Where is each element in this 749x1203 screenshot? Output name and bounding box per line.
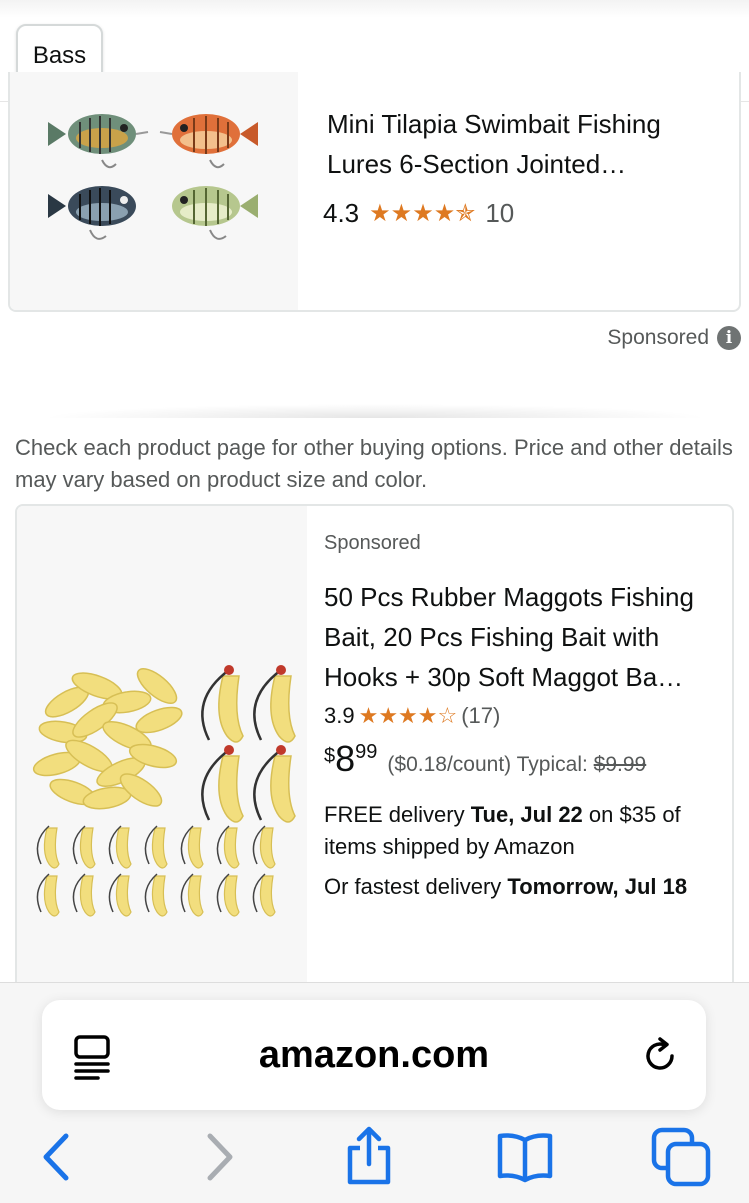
- sponsored-label: Sponsored: [324, 532, 421, 554]
- product-image-tilapia[interactable]: [10, 72, 298, 310]
- rating-row-maggots[interactable]: 3.9 ★★★★☆ (17): [324, 703, 724, 729]
- bookmarks-icon[interactable]: [494, 1126, 556, 1188]
- fishing-lures-image: [48, 114, 258, 240]
- price-fraction: 99: [355, 741, 378, 763]
- price-row: $ 8 99 ($0.18/count) Typical: $9.99: [324, 739, 724, 779]
- product-card-tilapia[interactable]: Mini Tilapia Swimbait Fishing Lures 6-Se…: [8, 72, 741, 312]
- rating-row-tilapia[interactable]: 4.3 ★★★★✯ 10: [323, 198, 514, 229]
- delivery-info: FREE delivery Tue, Jul 22 on $35 of item…: [324, 799, 724, 863]
- sponsored-info-label[interactable]: Sponsored i: [607, 326, 741, 350]
- product-title-tilapia[interactable]: Mini Tilapia Swimbait Fishing Lures 6-Se…: [327, 104, 727, 184]
- delivery-prefix: FREE delivery: [324, 802, 465, 827]
- back-icon[interactable]: [26, 1126, 88, 1188]
- unit-and-typical-price: ($0.18/count) Typical: $9.99: [387, 753, 646, 777]
- price: $ 8 99: [324, 739, 377, 779]
- review-count: (17): [461, 703, 501, 728]
- fastest-prefix: Or fastest delivery: [324, 874, 502, 899]
- address-bar[interactable]: amazon.com: [42, 1000, 706, 1110]
- section-divider: [40, 404, 710, 418]
- info-icon[interactable]: i: [717, 326, 741, 350]
- forward-icon[interactable]: [188, 1126, 250, 1188]
- product-card-maggots[interactable]: Sponsored 50 Pcs Rubber Maggots Fishing …: [15, 504, 734, 1024]
- unit-price: ($0.18/count): [387, 753, 512, 776]
- rating-value: 4.3: [323, 198, 360, 228]
- product-image-maggots[interactable]: [17, 506, 307, 1022]
- tabs-icon[interactable]: [650, 1126, 712, 1188]
- sponsored-text: Sponsored: [607, 326, 709, 349]
- price-whole: 8: [335, 738, 356, 779]
- fastest-date: Tomorrow, Jul 18: [507, 874, 688, 899]
- rubber-maggots-image: [32, 665, 296, 917]
- fastest-delivery-info: Or fastest delivery Tomorrow, Jul 18: [324, 871, 724, 903]
- url-text[interactable]: amazon.com: [42, 1000, 706, 1110]
- typical-label: Typical:: [516, 753, 588, 776]
- buying-options-disclaimer: Check each product page for other buying…: [15, 435, 733, 492]
- reload-icon[interactable]: [640, 1036, 680, 1076]
- product-details-maggots: Sponsored 50 Pcs Rubber Maggots Fishing …: [324, 532, 724, 903]
- share-icon[interactable]: [338, 1126, 400, 1188]
- star-rating-icon: ★★★★✯: [369, 200, 476, 227]
- typical-price: $9.99: [593, 753, 647, 776]
- delivery-date: Tue, Jul 22: [470, 802, 583, 827]
- price-symbol: $: [324, 745, 336, 767]
- rating-value: 3.9: [324, 703, 355, 728]
- star-rating-icon: ★★★★☆: [358, 703, 458, 728]
- review-count: 10: [485, 198, 515, 228]
- product-title-maggots[interactable]: 50 Pcs Rubber Maggots Fishing Bait, 20 P…: [324, 577, 724, 697]
